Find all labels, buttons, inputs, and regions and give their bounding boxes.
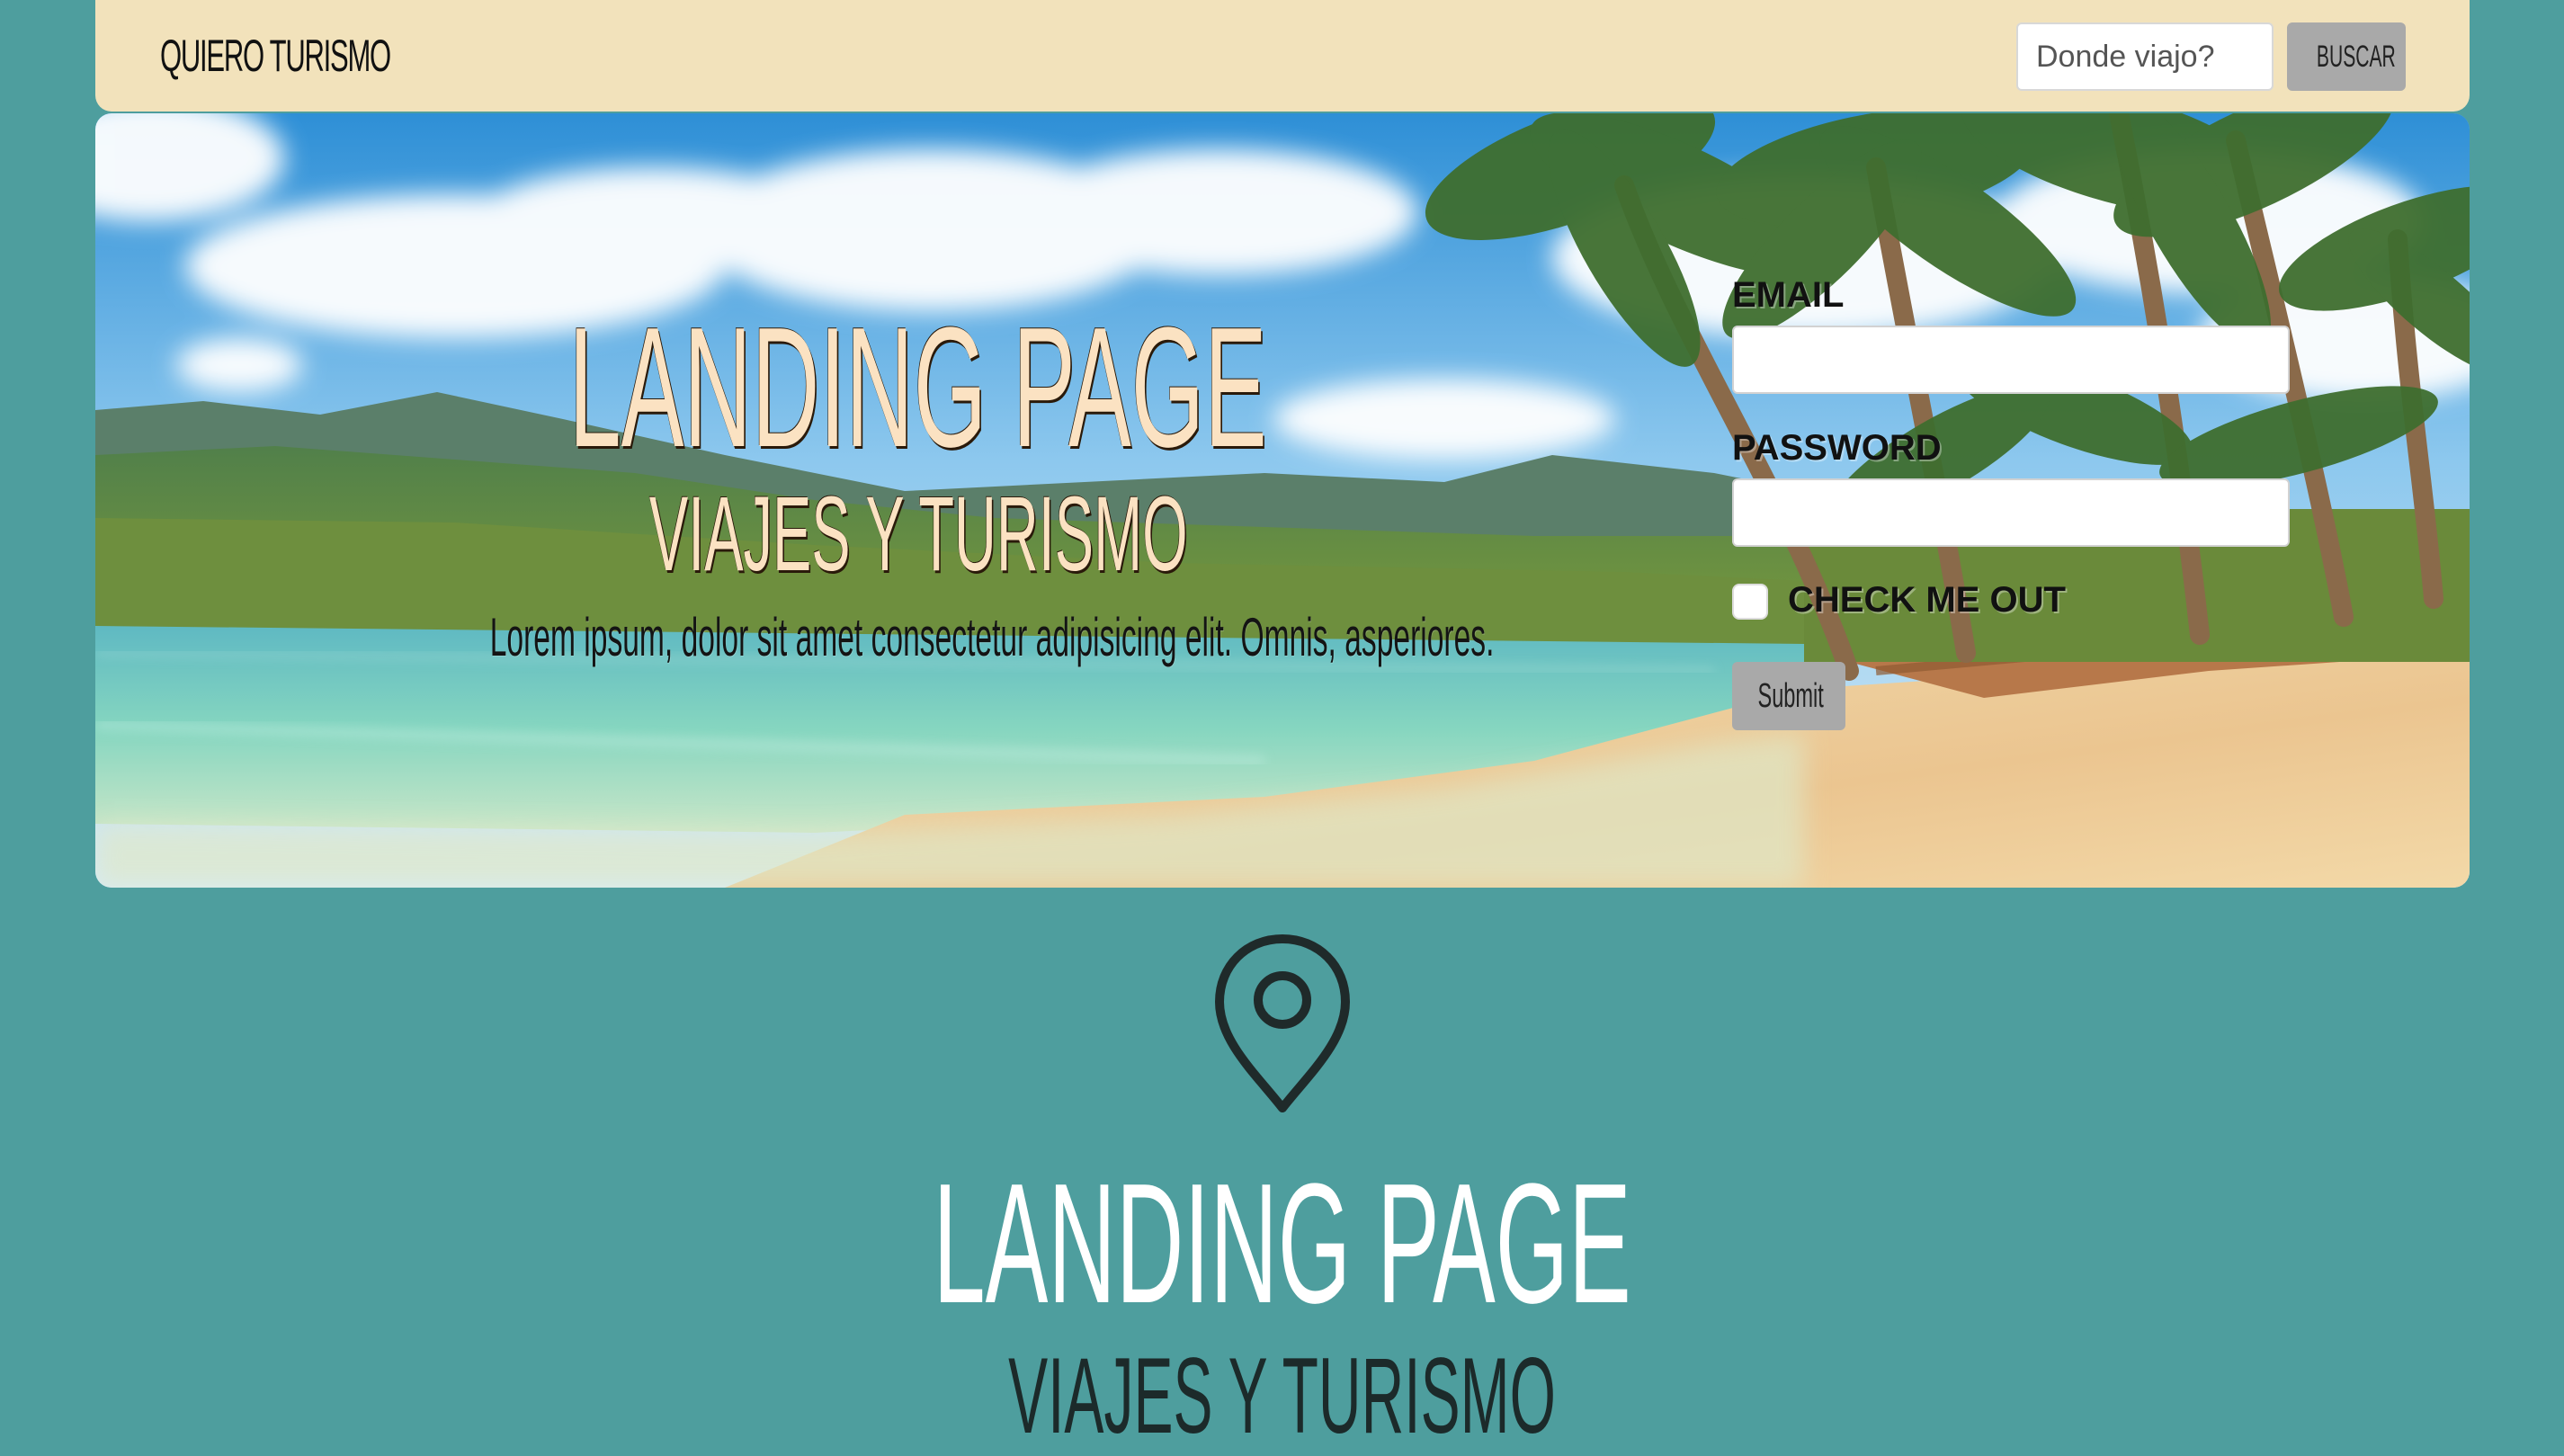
section-title: LANDING PAGE [0, 1154, 2564, 1334]
hero-title: LANDING PAGE [95, 298, 1741, 478]
hero-banner: LANDING PAGE VIAJES Y TURISMO Lorem ipsu… [95, 113, 2470, 888]
email-field[interactable] [1732, 326, 2290, 394]
brand-logo-text[interactable]: QUIERO TURISMO [160, 29, 391, 83]
hero-subtitle: VIAJES Y TURISMO [95, 478, 1741, 590]
email-label: EMAIL [1732, 275, 1845, 315]
hero-tagline: Lorem ipsum, dolor sit amet consectetur … [95, 606, 1741, 669]
check-me-out-label[interactable]: CHECK ME OUT [1788, 580, 2066, 621]
password-label: PASSWORD [1732, 428, 1942, 468]
search-button-label: BUSCAR [2316, 39, 2396, 74]
hero-title-text: LANDING PAGE [568, 292, 1268, 483]
section-subtitle: VIAJES Y TURISMO [0, 1337, 2564, 1454]
check-me-out-checkbox[interactable] [1732, 584, 1768, 620]
destination-search-input[interactable] [2016, 22, 2274, 91]
section-subtitle-text: VIAJES Y TURISMO [1008, 1335, 1556, 1456]
section-title-text: LANDING PAGE [933, 1148, 1631, 1339]
top-navbar: QUIERO TURISMO BUSCAR [95, 0, 2470, 112]
map-pin-icon [1215, 934, 1350, 1112]
search-button[interactable]: BUSCAR [2287, 22, 2406, 91]
submit-button[interactable]: Submit [1732, 662, 1845, 730]
submit-button-label: Submit [1757, 676, 1824, 715]
password-field[interactable] [1732, 478, 2290, 547]
hero-subtitle-text: VIAJES Y TURISMO [648, 475, 1188, 594]
hero-tagline-text: Lorem ipsum, dolor sit amet consectetur … [489, 607, 1495, 667]
